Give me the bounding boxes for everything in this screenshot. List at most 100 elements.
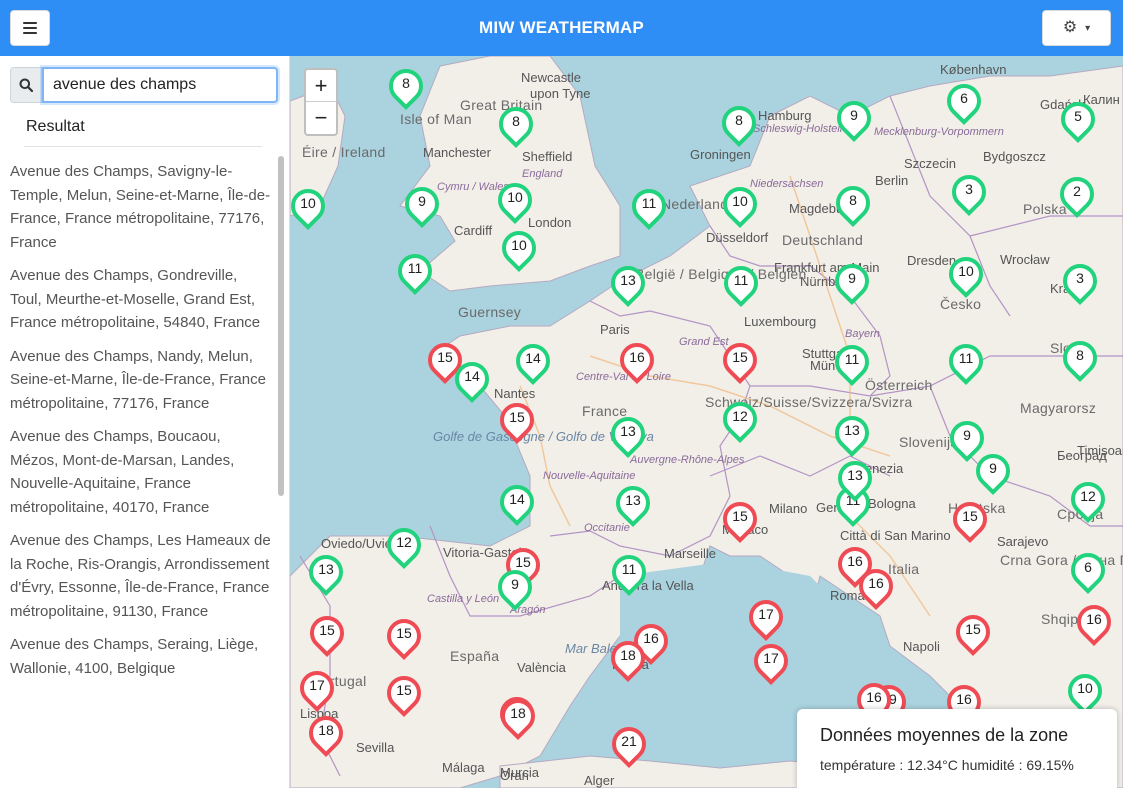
marker-value: 15 <box>509 409 525 425</box>
map-label: Szczecin <box>904 156 957 171</box>
weather-marker[interactable]: 3 <box>944 167 994 221</box>
marker-value: 9 <box>989 460 997 476</box>
weather-marker[interactable]: 15 <box>715 494 765 548</box>
result-item[interactable]: Avenue des Champs, Les Hameaux de la Roc… <box>10 529 272 623</box>
weather-marker[interactable]: 11 <box>624 181 674 235</box>
map-label: Nouvelle-Aquitaine <box>543 470 636 482</box>
zoom-control: + − <box>304 68 338 136</box>
weather-marker[interactable]: 15 <box>379 668 429 722</box>
marker-value: 15 <box>396 682 412 698</box>
weather-marker[interactable]: 11 <box>390 246 440 300</box>
weather-marker[interactable]: 13 <box>603 258 653 312</box>
weather-marker[interactable]: 6 <box>939 76 989 130</box>
marker-value: 12 <box>396 534 412 550</box>
marker-value: 10 <box>511 237 527 253</box>
weather-marker[interactable]: 16 <box>851 561 901 615</box>
weather-marker[interactable]: 14 <box>447 354 497 408</box>
weather-marker[interactable]: 15 <box>715 335 765 389</box>
weather-marker[interactable]: 10 <box>290 181 333 235</box>
weather-marker[interactable]: 21 <box>604 719 654 773</box>
weather-marker[interactable]: 8 <box>828 178 878 232</box>
marker-value: 10 <box>1077 680 1093 696</box>
weather-marker[interactable]: 15 <box>948 607 998 661</box>
weather-marker[interactable]: 11 <box>941 336 991 390</box>
weather-marker[interactable]: 11 <box>716 258 766 312</box>
map-label: Castilla y León <box>427 593 500 605</box>
map-label: Napoli <box>903 639 940 654</box>
settings-dropdown-button[interactable]: ⚙ ▾ <box>1042 10 1111 46</box>
weather-marker[interactable]: 17 <box>746 636 796 690</box>
marker-value: 3 <box>965 181 973 197</box>
weather-marker[interactable]: 15 <box>492 395 542 449</box>
scrollbar[interactable] <box>278 156 284 496</box>
map-label: England <box>522 168 563 180</box>
zoom-out-button[interactable]: − <box>306 102 336 134</box>
map-label: Cardiff <box>454 223 493 238</box>
weather-marker[interactable]: 17 <box>741 592 791 646</box>
map[interactable]: Newcastle upon Tyne Great Britain Isle of M… <box>290 56 1123 788</box>
weather-marker[interactable]: 13 <box>301 547 351 601</box>
weather-marker[interactable]: 16 <box>1069 597 1119 651</box>
weather-marker[interactable]: 9 <box>829 93 879 147</box>
weather-marker[interactable]: 9 <box>397 179 447 233</box>
weather-marker[interactable]: 8 <box>491 99 541 153</box>
weather-marker[interactable]: 15 <box>302 608 352 662</box>
weather-marker[interactable]: 6 <box>1063 545 1113 599</box>
weather-marker[interactable]: 11 <box>827 337 877 391</box>
weather-marker[interactable]: 10 <box>490 175 540 229</box>
weather-marker[interactable]: 18 <box>301 708 351 762</box>
marker-value: 13 <box>620 272 636 288</box>
weather-marker[interactable]: 9 <box>827 256 877 310</box>
weather-marker[interactable]: 11 <box>604 547 654 601</box>
result-item[interactable]: Avenue des Champs, Savigny-le-Temple, Me… <box>10 160 272 254</box>
search-button[interactable] <box>10 67 42 103</box>
marker-value: 10 <box>300 195 316 211</box>
marker-value: 8 <box>512 113 520 129</box>
weather-marker[interactable]: 9 <box>968 446 1018 500</box>
map-label: Schleswig-Holstein <box>753 123 846 135</box>
result-item[interactable]: Avenue des Champs, Boucaou, Mézos, Mont-… <box>10 425 272 519</box>
divider <box>24 146 262 147</box>
weather-marker[interactable]: 15 <box>379 611 429 665</box>
marker-value: 8 <box>402 75 410 91</box>
weather-marker[interactable]: 8 <box>714 98 764 152</box>
zoom-in-button[interactable]: + <box>306 70 336 102</box>
weather-marker[interactable]: 3 <box>1055 256 1105 310</box>
weather-marker[interactable]: 18 <box>603 633 653 687</box>
weather-marker[interactable]: 15 <box>945 494 995 548</box>
map-label: Београд <box>1057 448 1107 463</box>
weather-marker[interactable]: 8 <box>381 61 431 115</box>
result-item[interactable]: Avenue des Champs, Gondreville, Toul, Me… <box>10 264 272 335</box>
weather-marker[interactable]: 14 <box>492 477 542 531</box>
marker-value: 11 <box>407 260 423 276</box>
result-item[interactable]: Avenue des Champs, Nandy, Melun, Seine-e… <box>10 345 272 416</box>
marker-value: 17 <box>758 606 774 622</box>
weather-marker[interactable]: 13 <box>603 409 653 463</box>
search-input[interactable] <box>42 67 278 103</box>
map-label: Nederland <box>661 196 729 212</box>
map-label: España <box>450 648 500 664</box>
weather-marker[interactable]: 5 <box>1053 94 1103 148</box>
weather-marker[interactable]: 12 <box>379 520 429 574</box>
weather-marker[interactable]: 12 <box>1063 474 1113 528</box>
weather-marker[interactable]: 16 <box>612 335 662 389</box>
panel-stats: température : 12.34°C humidité : 69.15% <box>820 757 1074 773</box>
weather-marker[interactable]: 8 <box>1055 333 1105 387</box>
weather-marker[interactable]: 13 <box>827 408 877 462</box>
weather-marker[interactable]: 18 <box>493 691 543 745</box>
weather-marker[interactable]: 10 <box>715 179 765 233</box>
results-header: Resultat <box>26 118 85 135</box>
weather-marker[interactable]: 2 <box>1052 169 1102 223</box>
weather-marker[interactable]: 14 <box>508 336 558 390</box>
map-label: Guernsey <box>458 304 522 320</box>
marker-value: 16 <box>866 689 882 705</box>
zone-average-panel: Données moyennes de la zone température … <box>797 709 1117 788</box>
weather-marker[interactable]: 10 <box>494 223 544 277</box>
result-item[interactable]: Avenue des Champs, Seraing, Liège, Wallo… <box>10 633 272 680</box>
weather-marker[interactable]: 13 <box>608 478 658 532</box>
weather-marker[interactable]: 13 <box>830 453 880 507</box>
weather-marker[interactable]: 17 <box>292 663 342 717</box>
weather-marker[interactable]: 10 <box>941 249 991 303</box>
weather-marker[interactable]: 9 <box>490 562 540 616</box>
weather-marker[interactable]: 12 <box>715 394 765 448</box>
